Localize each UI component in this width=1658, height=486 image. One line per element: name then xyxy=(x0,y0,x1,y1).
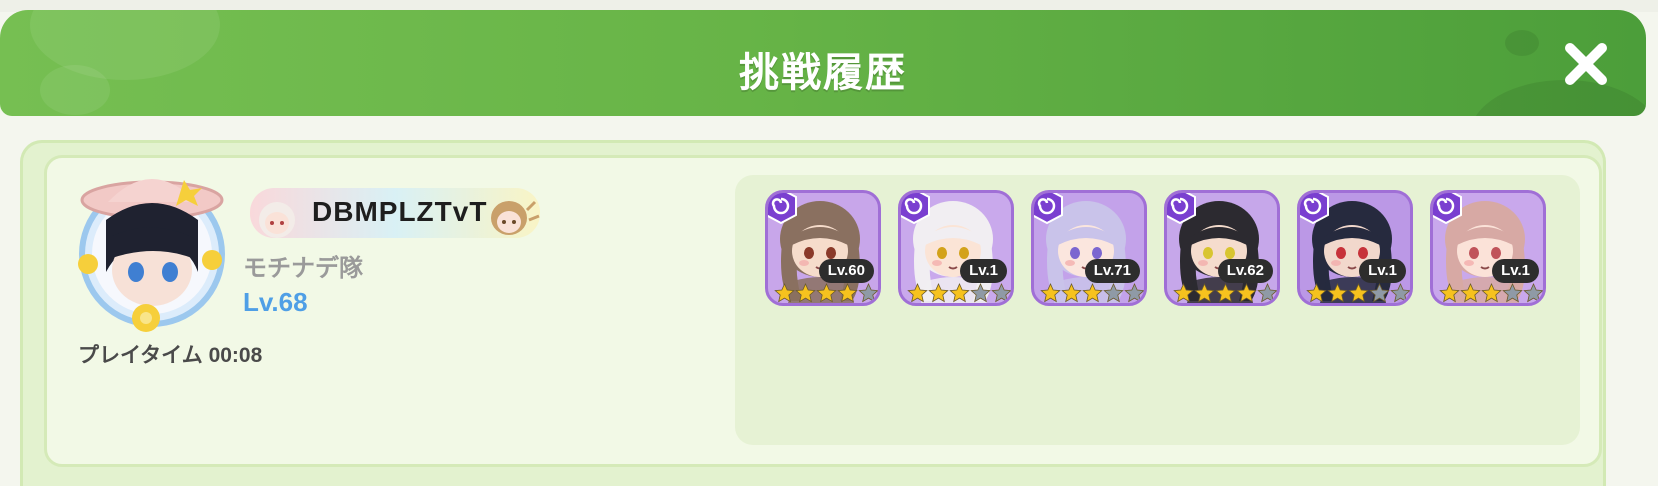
star-filled-icon xyxy=(774,283,795,303)
star-filled-icon xyxy=(1348,283,1369,303)
character-level: Lv.1 xyxy=(1492,259,1539,283)
star-empty-icon xyxy=(1369,283,1390,303)
player-level: Lv.68 xyxy=(243,287,308,317)
character-level: Lv.62 xyxy=(1217,259,1273,283)
play-time: プレイタイム 00:08 xyxy=(78,344,263,367)
guild-name: モチナデ隊 xyxy=(243,255,363,282)
star-empty-icon xyxy=(970,283,991,303)
star-rating xyxy=(1306,283,1410,303)
star-filled-icon xyxy=(1194,283,1215,303)
star-rating xyxy=(907,283,1011,303)
star-empty-icon xyxy=(1523,283,1543,303)
avatar-icon xyxy=(78,179,225,332)
element-icon xyxy=(1167,193,1196,225)
element-icon xyxy=(1034,193,1063,225)
star-rating xyxy=(1040,283,1144,303)
star-filled-icon xyxy=(1306,283,1327,303)
team-member-card[interactable]: Lv.1 xyxy=(898,190,1014,306)
element-icon xyxy=(1433,193,1462,225)
element-icon xyxy=(768,193,797,225)
star-filled-icon xyxy=(1082,283,1103,303)
team-member-card[interactable]: Lv.71 xyxy=(1031,190,1147,306)
star-filled-icon xyxy=(816,283,837,303)
star-filled-icon xyxy=(1061,283,1082,303)
star-filled-icon xyxy=(795,283,816,303)
star-rating xyxy=(774,283,878,303)
star-empty-icon xyxy=(1103,283,1124,303)
character-level: Lv.1 xyxy=(960,259,1007,283)
page-title: 挑戦履歴 xyxy=(739,51,907,95)
team-member-card[interactable]: Lv.60 xyxy=(765,190,881,306)
star-filled-icon xyxy=(1439,283,1460,303)
star-filled-icon xyxy=(1215,283,1236,303)
star-filled-icon xyxy=(1173,283,1194,303)
star-empty-icon xyxy=(1257,283,1277,303)
character-level: Lv.60 xyxy=(818,259,874,283)
close-icon xyxy=(1565,43,1607,85)
star-filled-icon xyxy=(949,283,970,303)
star-rating xyxy=(1439,283,1543,303)
star-filled-icon xyxy=(1481,283,1502,303)
close-button[interactable] xyxy=(1562,40,1610,88)
header-bar: 挑戦履歴 xyxy=(0,10,1646,116)
team-member-card[interactable]: Lv.62 xyxy=(1164,190,1280,306)
element-icon xyxy=(1300,193,1329,225)
element-icon xyxy=(901,193,930,225)
star-filled-icon xyxy=(1236,283,1257,303)
star-filled-icon xyxy=(1327,283,1348,303)
player-avatar[interactable] xyxy=(66,160,236,340)
star-empty-icon xyxy=(1502,283,1523,303)
star-filled-icon xyxy=(1040,283,1061,303)
player-name: DBMPLZTvT xyxy=(312,196,488,227)
team-member-card[interactable]: Lv.1 xyxy=(1430,190,1546,306)
name-plate-chibi-left xyxy=(259,202,295,238)
star-filled-icon xyxy=(837,283,858,303)
star-filled-icon xyxy=(1460,283,1481,303)
star-empty-icon xyxy=(1390,283,1410,303)
team-member-card[interactable]: Lv.1 xyxy=(1297,190,1413,306)
character-level: Lv.71 xyxy=(1084,259,1140,283)
star-empty-icon xyxy=(991,283,1011,303)
star-rating xyxy=(1173,283,1277,303)
star-empty-icon xyxy=(1124,283,1144,303)
star-filled-icon xyxy=(907,283,928,303)
name-plate-chibi-right xyxy=(491,200,540,235)
star-empty-icon xyxy=(858,283,878,303)
star-filled-icon xyxy=(928,283,949,303)
character-level: Lv.1 xyxy=(1359,259,1406,283)
